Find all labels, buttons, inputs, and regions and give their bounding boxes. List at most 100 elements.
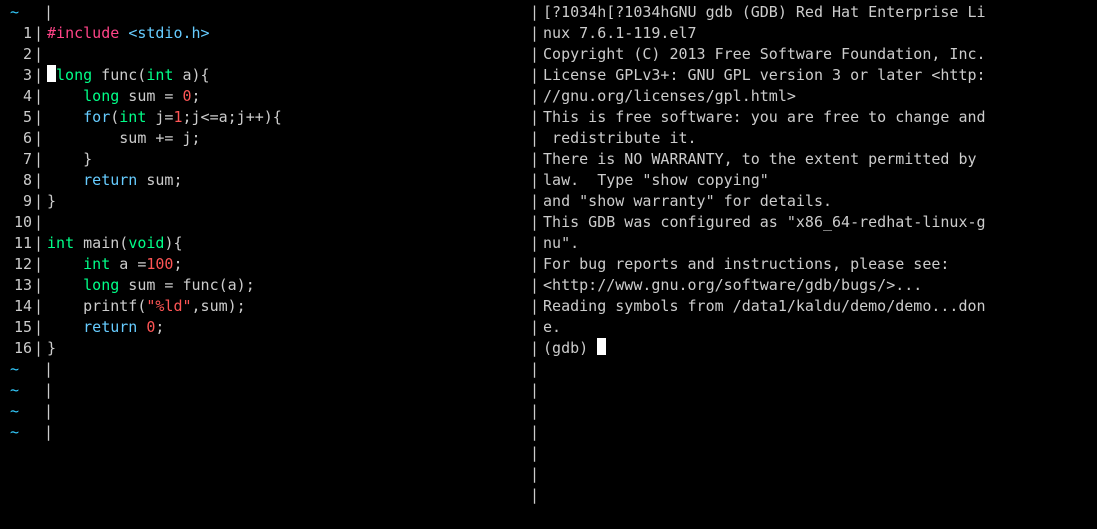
editor-line[interactable]: 5| for(int j=1;j<=a;j++){ <box>0 107 530 128</box>
pane-separator: | <box>32 149 47 170</box>
terminal-empty-line: | <box>530 443 1097 464</box>
pane-separator: | <box>530 170 543 191</box>
editor-empty-line: ~| <box>0 380 530 401</box>
line-number: 16 <box>0 338 32 359</box>
pane-separator: | <box>32 86 47 107</box>
code-content: sum += j; <box>47 128 201 149</box>
terminal-empty-line: | <box>530 380 1097 401</box>
pane-separator: | <box>530 233 543 254</box>
terminal-line: |//gnu.org/licenses/gpl.html> <box>530 86 1097 107</box>
terminal-line: |This is free software: you are free to … <box>530 107 1097 128</box>
terminal-line: |License GPLv3+: GNU GPL version 3 or la… <box>530 65 1097 86</box>
terminal-text: redistribute it. <box>543 128 697 149</box>
code-content: } <box>47 338 56 359</box>
editor-line[interactable]: 9|} <box>0 191 530 212</box>
editor-line[interactable]: 1|#include <stdio.h> <box>0 23 530 44</box>
pane-separator: | <box>530 359 543 380</box>
pane-separator: | <box>32 212 47 233</box>
pane-separator: | <box>32 254 47 275</box>
editor-line[interactable]: 12| int a =100; <box>0 254 530 275</box>
pane-separator: | <box>530 23 543 44</box>
pane-separator: | <box>42 2 57 23</box>
pane-separator: | <box>32 317 47 338</box>
editor-line[interactable]: 16|} <box>0 338 530 359</box>
terminal-text: [?1034h[?1034hGNU gdb (GDB) Red Hat Ente… <box>543 2 986 23</box>
editor-line[interactable]: 4| long sum = 0; <box>0 86 530 107</box>
line-number: 6 <box>0 128 32 149</box>
pane-separator: | <box>32 128 47 149</box>
pane-separator: | <box>530 149 543 170</box>
terminal-text: <http://www.gnu.org/software/gdb/bugs/>.… <box>543 275 922 296</box>
pane-separator: | <box>530 422 543 443</box>
pane-separator: | <box>530 128 543 149</box>
code-content: long sum = 0; <box>47 86 201 107</box>
pane-separator: | <box>32 170 47 191</box>
terminal-prompt-line[interactable]: |(gdb) <box>530 338 1097 359</box>
terminal-cursor <box>597 338 606 355</box>
pane-separator: | <box>530 485 543 506</box>
pane-separator: | <box>530 107 543 128</box>
line-number: 14 <box>0 296 32 317</box>
line-number: 4 <box>0 86 32 107</box>
line-number: 1 <box>0 23 32 44</box>
gdb-terminal-pane[interactable]: |[?1034h[?1034hGNU gdb (GDB) Red Hat Ent… <box>530 0 1097 529</box>
terminal-line: |This GDB was configured as "x86_64-redh… <box>530 212 1097 233</box>
tilde-marker: ~ <box>0 401 42 422</box>
code-content: return 0; <box>47 317 164 338</box>
terminal-line: |[?1034h[?1034hGNU gdb (GDB) Red Hat Ent… <box>530 2 1097 23</box>
terminal-text: This GDB was configured as "x86_64-redha… <box>543 212 986 233</box>
pane-separator: | <box>530 212 543 233</box>
pane-separator: | <box>32 44 47 65</box>
code-content: long sum = func(a); <box>47 275 255 296</box>
editor-line[interactable]: 13| long sum = func(a); <box>0 275 530 296</box>
terminal-empty-line: | <box>530 485 1097 506</box>
terminal-text: law. Type "show copying" <box>543 170 769 191</box>
code-content: } <box>47 149 92 170</box>
tilde-marker: ~ <box>0 2 42 23</box>
line-number: 15 <box>0 317 32 338</box>
terminal-text: and "show warranty" for details. <box>543 191 832 212</box>
pane-separator: | <box>32 191 47 212</box>
terminal-empty-line: | <box>530 359 1097 380</box>
pane-separator: | <box>32 65 47 86</box>
terminal-line: |nux 7.6.1-119.el7 <box>530 23 1097 44</box>
terminal-line: |and "show warranty" for details. <box>530 191 1097 212</box>
editor-pane[interactable]: ~|1|#include <stdio.h>2|3|long func(int … <box>0 0 530 529</box>
terminal-text: Reading symbols from /data1/kaldu/demo/d… <box>543 296 986 317</box>
editor-line[interactable]: 7| } <box>0 149 530 170</box>
editor-line[interactable]: 3|long func(int a){ <box>0 65 530 86</box>
code-content: return sum; <box>47 170 182 191</box>
terminal-line: |For bug reports and instructions, pleas… <box>530 254 1097 275</box>
pane-separator: | <box>530 254 543 275</box>
tilde-marker: ~ <box>0 359 42 380</box>
terminal-text: nu". <box>543 233 579 254</box>
split-view: ~|1|#include <stdio.h>2|3|long func(int … <box>0 0 1097 529</box>
editor-empty-line: ~| <box>0 359 530 380</box>
pane-separator: | <box>530 380 543 401</box>
editor-line[interactable]: 8| return sum; <box>0 170 530 191</box>
editor-line[interactable]: 11|int main(void){ <box>0 233 530 254</box>
code-content: int a =100; <box>47 254 182 275</box>
cursor <box>47 65 56 82</box>
terminal-text: nux 7.6.1-119.el7 <box>543 23 697 44</box>
line-number: 12 <box>0 254 32 275</box>
line-number: 10 <box>0 212 32 233</box>
editor-empty-line: ~| <box>0 2 530 23</box>
terminal-text: Copyright (C) 2013 Free Software Foundat… <box>543 44 986 65</box>
editor-line[interactable]: 14| printf("%ld",sum); <box>0 296 530 317</box>
terminal-line: |Reading symbols from /data1/kaldu/demo/… <box>530 296 1097 317</box>
code-content: long func(int a){ <box>56 65 210 86</box>
editor-line[interactable]: 10| <box>0 212 530 233</box>
tilde-marker: ~ <box>0 422 42 443</box>
pane-separator: | <box>530 338 543 359</box>
line-number: 5 <box>0 107 32 128</box>
terminal-line: |There is NO WARRANTY, to the extent per… <box>530 149 1097 170</box>
terminal-text: There is NO WARRANTY, to the extent perm… <box>543 149 986 170</box>
terminal-line: |nu". <box>530 233 1097 254</box>
editor-line[interactable]: 2| <box>0 44 530 65</box>
terminal-line: |law. Type "show copying" <box>530 170 1097 191</box>
pane-separator: | <box>32 23 47 44</box>
editor-line[interactable]: 15| return 0; <box>0 317 530 338</box>
terminal-empty-line: | <box>530 422 1097 443</box>
editor-line[interactable]: 6| sum += j; <box>0 128 530 149</box>
